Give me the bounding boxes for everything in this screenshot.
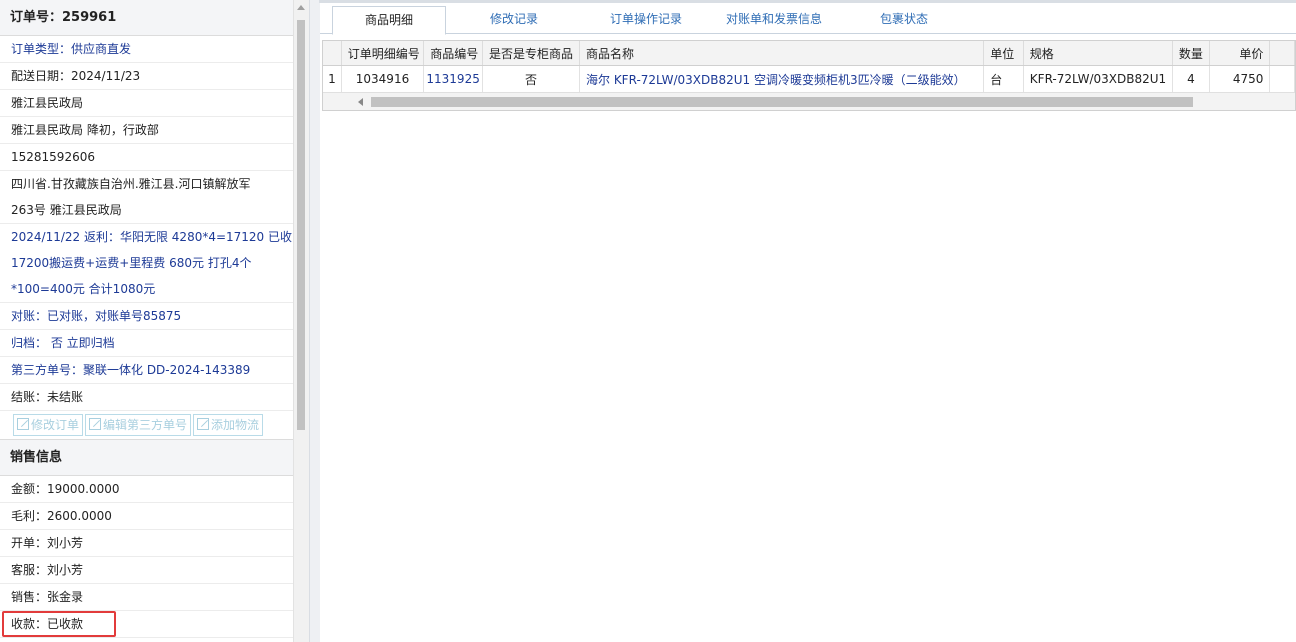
scroll-left-arrow-icon[interactable] <box>358 98 363 106</box>
column-header-counter[interactable]: 是否是专柜商品 <box>482 41 580 66</box>
sales-service: 客服：刘小芳 <box>0 557 293 584</box>
table-header-row: 订单明细编号 商品编号 是否是专柜商品 商品名称 单位 规格 数量 单价 <box>323 41 1295 66</box>
rebate-line-3: *100=400元 合计1080元 <box>0 276 293 303</box>
column-header-unit[interactable]: 单位 <box>983 41 1024 66</box>
column-header-spec[interactable]: 规格 <box>1023 41 1174 66</box>
order-info-panel: 订单号：259961 订单类型：供应商直发 配送日期：2024/11/23 雅江… <box>0 0 293 642</box>
sales-profit: 毛利：2600.0000 <box>0 503 293 530</box>
column-header-product-no[interactable]: 商品编号 <box>423 41 484 66</box>
detail-panel: 商品明细 修改记录 订单操作记录 对账单和发票信息 包裹状态 订单明细编号 商品… <box>319 0 1296 642</box>
order-number-title: 订单号：259961 <box>0 0 293 36</box>
tab-product-details[interactable]: 商品明细 <box>332 6 446 35</box>
panel-splitter[interactable] <box>309 0 320 642</box>
collection-status-row: 收款：已收款 <box>0 611 293 638</box>
customer-phone: 15281592606 <box>0 144 293 171</box>
tab-modification-log[interactable]: 修改记录 <box>457 6 571 33</box>
order-action-bar: 修改订单 编辑第三方单号 添加物流 <box>0 411 293 440</box>
cell-price: 4750 <box>1209 65 1271 93</box>
scrollbar-thumb[interactable] <box>371 97 1193 107</box>
tab-statement-invoice[interactable]: 对账单和发票信息 <box>712 6 836 33</box>
scrollbar-thumb[interactable] <box>297 20 305 430</box>
cell-index: 1 <box>323 65 342 93</box>
sales-seller: 销售：张金录 <box>0 584 293 611</box>
edit-third-party-label: 编辑第三方单号 <box>103 418 188 432</box>
add-logistics-label: 添加物流 <box>211 418 260 432</box>
cell-product-name[interactable]: 海尔 KFR-72LW/03XDB82U1 空调冷暖变频柜机3匹冷暖（二级能效） <box>579 65 985 93</box>
rebate-line-2: 17200搬运费+运费+里程费 680元 打孔4个 <box>11 256 252 270</box>
tab-bar-top-border <box>319 0 1296 3</box>
address-line-1: 四川省.甘孜藏族自治州.雅江县.河口镇解放军 <box>11 177 251 191</box>
delivery-date: 配送日期：2024/11/23 <box>0 63 293 90</box>
product-detail-grid: 订单明细编号 商品编号 是否是专柜商品 商品名称 单位 规格 数量 单价 1 1… <box>322 40 1296 111</box>
scroll-up-arrow-icon[interactable] <box>297 5 305 10</box>
address-line-2: 263号 雅江县民政局 <box>0 197 293 224</box>
cell-counter: 否 <box>482 65 580 93</box>
archive-text[interactable]: 归档： 否 立即归档 <box>11 336 115 350</box>
cell-spec: KFR-72LW/03XDB82U1 <box>1023 65 1174 93</box>
tab-bar: 商品明细 修改记录 订单操作记录 对账单和发票信息 包裹状态 <box>319 0 1296 35</box>
edit-icon <box>89 418 102 430</box>
order-type: 订单类型：供应商直发 <box>0 36 293 63</box>
cell-unit: 台 <box>983 65 1024 93</box>
customer-contact: 雅江县民政局 降初，行政部 <box>0 117 293 144</box>
highlight-box <box>2 611 116 637</box>
table-row[interactable]: 1 1034916 1131925 否 海尔 KFR-72LW/03XDB82U… <box>323 65 1295 93</box>
grid-horizontal-scrollbar[interactable] <box>323 92 1295 110</box>
left-panel-scrollbar[interactable] <box>293 0 309 642</box>
column-header-index <box>323 41 342 66</box>
sales-amount: 金额：19000.0000 <box>0 476 293 503</box>
cell-product-no[interactable]: 1131925 <box>423 65 484 93</box>
product-table: 订单明细编号 商品编号 是否是专柜商品 商品名称 单位 规格 数量 单价 1 1… <box>323 41 1295 93</box>
column-header-detail-no[interactable]: 订单明细编号 <box>341 41 425 66</box>
edit-third-party-button[interactable]: 编辑第三方单号 <box>85 414 192 436</box>
add-logistics-button[interactable]: 添加物流 <box>193 414 264 436</box>
tab-package-status[interactable]: 包裹状态 <box>860 6 948 33</box>
edit-icon <box>17 418 29 430</box>
tab-order-operation-log[interactable]: 订单操作记录 <box>582 6 710 33</box>
sales-issuer: 开单：刘小芳 <box>0 530 293 557</box>
cell-detail-no: 1034916 <box>341 65 425 93</box>
reconcile-status: 对账：已对账，对账单号85875 <box>0 303 293 330</box>
column-header-qty[interactable]: 数量 <box>1172 41 1210 66</box>
third-party-order: 第三方单号：聚联一体化 DD-2024-143389 <box>0 357 293 384</box>
rebate-line-1: 2024/11/22 返利：华阳无限 4280*4=17120 已收 <box>11 230 293 244</box>
edit-icon <box>197 418 210 430</box>
cell-qty: 4 <box>1172 65 1210 93</box>
settle-status: 结账：未结账 <box>0 384 293 411</box>
edit-order-button[interactable]: 修改订单 <box>13 414 84 436</box>
archive-status: 归档： 否 立即归档 <box>0 330 293 357</box>
customer-name: 雅江县民政局 <box>0 90 293 117</box>
column-header-extra <box>1269 41 1295 66</box>
column-header-price[interactable]: 单价 <box>1209 41 1271 66</box>
column-header-product-name[interactable]: 商品名称 <box>579 41 985 66</box>
cell-extra <box>1269 65 1295 93</box>
edit-order-label: 修改订单 <box>31 418 80 432</box>
sales-info-title: 销售信息 <box>0 440 293 476</box>
